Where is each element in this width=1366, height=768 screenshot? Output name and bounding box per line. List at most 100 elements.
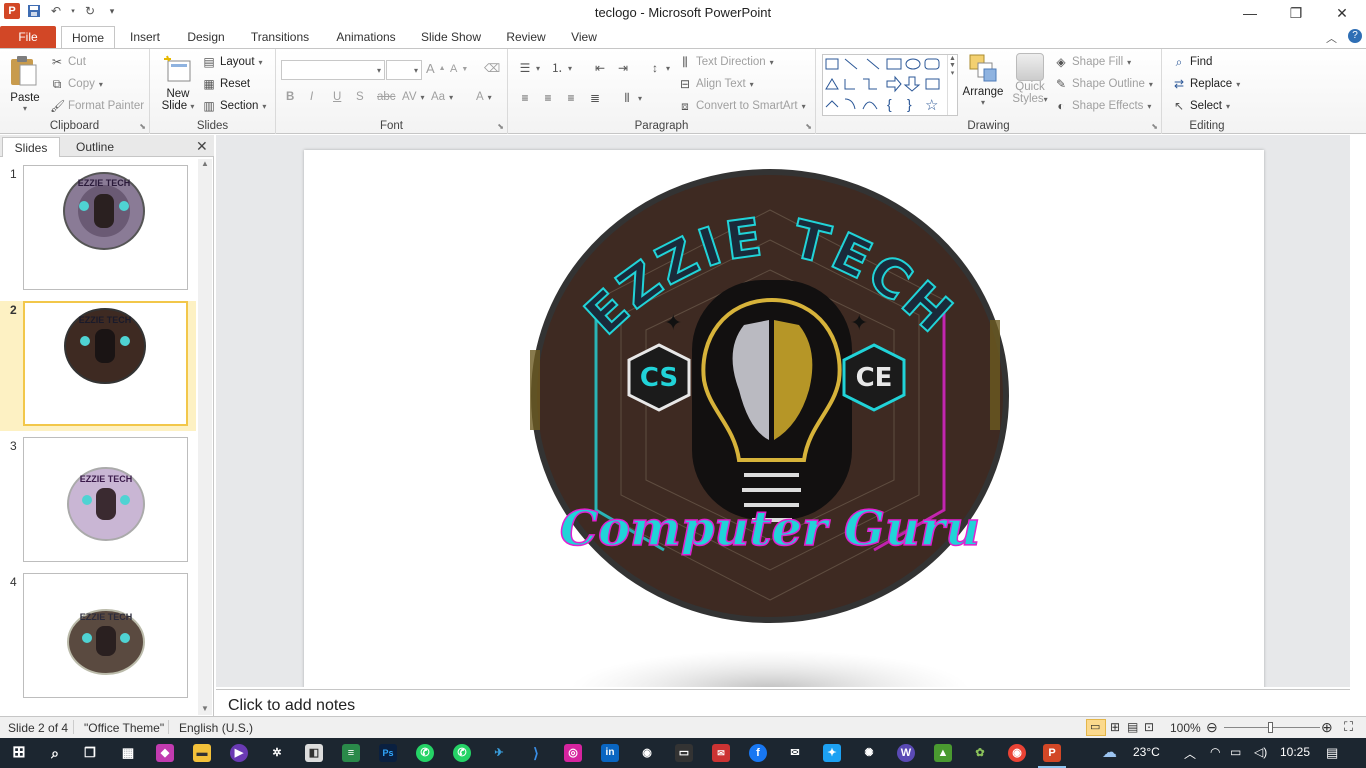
align-center-button[interactable]: ≡ bbox=[541, 91, 555, 105]
close-button[interactable]: ✕ bbox=[1319, 0, 1365, 26]
replace-button[interactable]: ⇄ Replace ▾ bbox=[1172, 77, 1240, 91]
instagram-icon[interactable]: ◎ bbox=[564, 744, 582, 762]
normal-view-button[interactable]: ▭ bbox=[1086, 719, 1106, 736]
wordpress-icon[interactable]: W bbox=[897, 744, 915, 762]
customize-qat-icon[interactable]: ▾ bbox=[104, 3, 120, 19]
shapes-gallery-scroll[interactable]: ▲ ▼ ▾ bbox=[947, 55, 957, 115]
tray-chevron-icon[interactable]: ︿ bbox=[1184, 745, 1196, 762]
ezzie-tech-logo-image[interactable]: CS CE ✦ ✦ EZZIE TECH Computer Guru bbox=[304, 150, 1264, 687]
tab-transitions[interactable]: Transitions bbox=[244, 26, 316, 48]
minimize-button[interactable]: — bbox=[1227, 0, 1273, 26]
store-icon[interactable]: ▦ bbox=[119, 744, 137, 762]
powerpoint-taskbar-icon[interactable]: P bbox=[1043, 744, 1061, 762]
notes-pane[interactable]: Click to add notes bbox=[216, 689, 1350, 716]
current-slide[interactable]: CS CE ✦ ✦ EZZIE TECH Computer Guru bbox=[304, 150, 1264, 687]
grow-font-button[interactable]: A ▲ bbox=[426, 61, 446, 76]
chrome-icon[interactable]: ◉ bbox=[1008, 744, 1026, 762]
clear-formatting-icon[interactable]: ⌫ bbox=[484, 61, 500, 75]
tab-outline[interactable]: Outline bbox=[62, 137, 128, 157]
scroll-up-icon[interactable]: ▲ bbox=[198, 159, 212, 168]
wifi-icon[interactable]: ◠ bbox=[1210, 745, 1220, 759]
app-icon[interactable]: ▭ bbox=[675, 744, 693, 762]
slide-sorter-icon[interactable]: ⊞ bbox=[1110, 720, 1120, 734]
tab-home[interactable]: Home bbox=[61, 26, 115, 49]
paste-button[interactable]: Paste ▾ bbox=[8, 55, 42, 115]
zoom-out-icon[interactable]: ⊖ bbox=[1206, 719, 1218, 736]
dialog-launcher-icon[interactable]: ⬊ bbox=[139, 122, 146, 131]
office-icon[interactable]: ◆ bbox=[156, 744, 174, 762]
volume-icon[interactable]: ◁) bbox=[1254, 745, 1267, 759]
character-spacing-button[interactable]: AV ▾ bbox=[402, 91, 425, 103]
weather-icon[interactable]: ☁ bbox=[1102, 743, 1117, 761]
tab-insert[interactable]: Insert bbox=[122, 26, 168, 48]
fit-slide-icon[interactable]: ⛶ bbox=[1344, 719, 1353, 735]
tab-review[interactable]: Review bbox=[500, 26, 552, 48]
text-direction-button[interactable]: ⫼ Text Direction ▾ bbox=[678, 55, 773, 69]
slide-thumbnail[interactable]: 1 EZZIE TECH bbox=[0, 165, 196, 295]
undo-dropdown-icon[interactable]: ▾ bbox=[70, 3, 76, 19]
zoom-in-icon[interactable]: ⊕ bbox=[1321, 719, 1333, 736]
copy-button[interactable]: ⧉ Copy ▾ bbox=[50, 77, 103, 91]
restore-button[interactable]: ❐ bbox=[1273, 0, 1319, 26]
bullets-button[interactable]: ☰ ▾ bbox=[518, 61, 540, 75]
media-player-icon[interactable]: ▶ bbox=[230, 744, 248, 762]
dialog-launcher-icon[interactable]: ⬊ bbox=[1151, 122, 1158, 131]
layout-button[interactable]: ▤ Layout ▾ bbox=[202, 55, 262, 69]
reading-view-icon[interactable]: ▤ bbox=[1127, 720, 1138, 734]
new-slide-button[interactable]: New Slide ▾ bbox=[158, 55, 198, 117]
dialog-launcher-icon[interactable]: ⬊ bbox=[805, 122, 812, 131]
redo-icon[interactable]: ↻ bbox=[82, 3, 98, 19]
app-icon[interactable]: ✲ bbox=[268, 744, 286, 762]
notifications-icon[interactable]: ▤ bbox=[1326, 745, 1338, 761]
justify-button[interactable]: ≣ bbox=[588, 91, 602, 105]
tab-animations[interactable]: Animations bbox=[329, 26, 403, 48]
notes-app-icon[interactable]: ≡ bbox=[342, 744, 360, 762]
app-icon[interactable]: ▲ bbox=[934, 744, 952, 762]
slide-thumbnail[interactable]: 3 EZZIE TECH bbox=[0, 437, 196, 567]
weather-temperature[interactable]: 23°C bbox=[1133, 745, 1160, 759]
font-color-button[interactable]: A ▾ bbox=[476, 91, 492, 103]
chatgpt-icon[interactable]: ✺ bbox=[860, 744, 878, 762]
align-right-button[interactable]: ≡ bbox=[564, 91, 578, 105]
shape-outline-button[interactable]: ✎ Shape Outline ▾ bbox=[1054, 77, 1153, 91]
columns-button[interactable]: ⫴ ▾ bbox=[620, 91, 642, 105]
close-icon[interactable]: ✕ bbox=[196, 138, 208, 155]
clock[interactable]: 10:25 bbox=[1280, 745, 1310, 759]
shape-effects-button[interactable]: ◐ Shape Effects ▾ bbox=[1054, 99, 1151, 113]
font-size-combo[interactable]: ▾ bbox=[386, 60, 422, 80]
search-icon[interactable]: ⌕ bbox=[46, 744, 64, 762]
increase-indent-button[interactable]: ⇥ bbox=[616, 61, 630, 75]
notes-placeholder[interactable]: Click to add notes bbox=[228, 697, 355, 715]
reset-button[interactable]: ▦ Reset bbox=[202, 77, 250, 91]
whatsapp-icon[interactable]: ✆ bbox=[416, 744, 434, 762]
shapes-gallery[interactable]: {} ☆ ▲ ▼ ▾ bbox=[822, 54, 958, 116]
app-icon[interactable]: ✉ bbox=[712, 744, 730, 762]
format-painter-button[interactable]: 🖌 Format Painter bbox=[50, 99, 144, 113]
slide-show-icon[interactable]: ⊡ bbox=[1144, 720, 1154, 734]
tab-file[interactable]: File bbox=[0, 26, 56, 48]
change-case-button[interactable]: Aa ▾ bbox=[431, 91, 453, 103]
vscode-icon[interactable]: ⟩ bbox=[527, 744, 545, 762]
app-icon[interactable]: ✈ bbox=[490, 744, 508, 762]
windows-start-icon[interactable]: ⊞ bbox=[10, 744, 28, 762]
task-view-icon[interactable]: ❐ bbox=[81, 744, 99, 762]
save-icon[interactable] bbox=[26, 3, 42, 19]
twitter-icon[interactable]: ✦ bbox=[823, 744, 841, 762]
battery-icon[interactable]: ▭ bbox=[1230, 745, 1241, 759]
strikethrough-button[interactable]: abc bbox=[377, 91, 396, 103]
convert-smartart-button[interactable]: ⧈ Convert to SmartArt ▾ bbox=[678, 99, 805, 113]
facebook-icon[interactable]: f bbox=[749, 744, 767, 762]
app-icon[interactable]: ✿ bbox=[971, 744, 989, 762]
slide-thumbnail-selected[interactable]: 2 EZZIE TECH bbox=[0, 301, 196, 431]
shape-fill-button[interactable]: ◈ Shape Fill ▾ bbox=[1054, 55, 1131, 69]
thumbnails-scrollbar[interactable]: ▲ ▼ bbox=[198, 159, 212, 715]
tab-slides[interactable]: Slides bbox=[2, 137, 60, 157]
powerpoint-app-icon[interactable]: P bbox=[4, 3, 20, 19]
align-text-button[interactable]: ⊟ Align Text ▾ bbox=[678, 77, 754, 91]
quick-styles-button[interactable]: Quick Styles▾ bbox=[1010, 53, 1050, 115]
shrink-font-button[interactable]: A ▼ bbox=[450, 63, 468, 75]
mail-icon[interactable]: ✉ bbox=[786, 744, 804, 762]
app-icon[interactable]: ◉ bbox=[638, 744, 656, 762]
tab-view[interactable]: View bbox=[563, 26, 605, 48]
app-icon[interactable]: ◧ bbox=[305, 744, 323, 762]
